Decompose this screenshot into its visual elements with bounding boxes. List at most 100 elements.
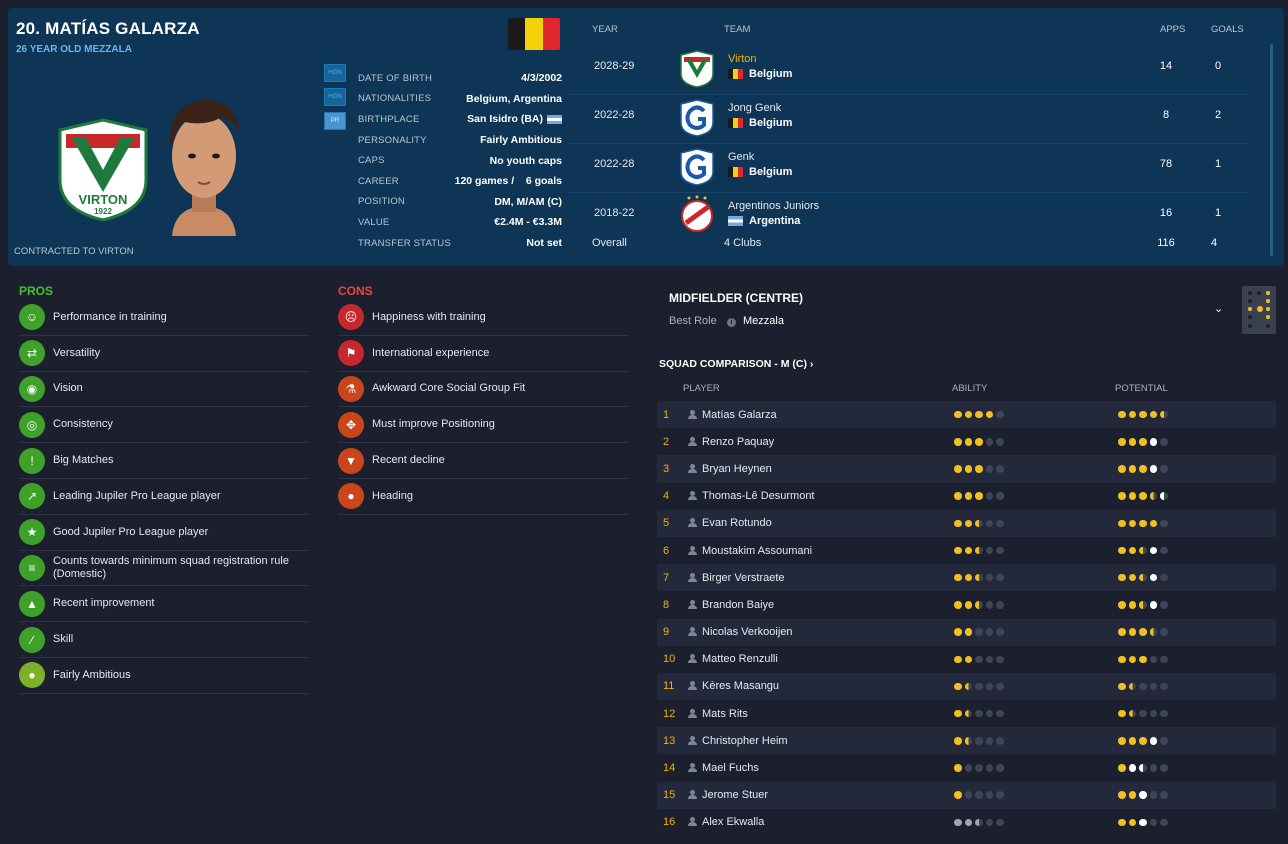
con-item[interactable]: ● Heading xyxy=(338,479,628,515)
nationalities[interactable]: Belgium, Argentina xyxy=(466,93,562,105)
virton-logo-icon[interactable] xyxy=(680,50,714,88)
squad-row[interactable]: 11 Kères Masangu xyxy=(657,672,1276,701)
con-item[interactable]: ☹ Happiness with training xyxy=(338,300,628,336)
squad-row[interactable]: 9 Nicolas Verkooijen xyxy=(657,618,1276,646)
star-icon xyxy=(1118,737,1126,745)
squad-player-name[interactable]: Alex Ekwalla xyxy=(702,816,764,828)
career-header-team[interactable]: TEAM xyxy=(724,24,750,35)
best-role-value[interactable]: Mezzala xyxy=(743,315,784,327)
hgn-badge[interactable]: HGN xyxy=(324,64,346,82)
con-item[interactable]: ▼ Recent decline xyxy=(338,443,628,479)
career-team[interactable]: Virton xyxy=(728,53,757,65)
squad-row[interactable]: 5 Evan Rotundo xyxy=(657,509,1276,537)
squad-row[interactable]: 13 Christopher Heim xyxy=(657,727,1276,755)
detail-label: POSITION xyxy=(358,196,405,208)
squad-player-name[interactable]: Evan Rotundo xyxy=(702,517,772,529)
star-icon xyxy=(985,492,993,500)
squad-row[interactable]: 10 Matteo Renzulli xyxy=(657,646,1276,673)
registration-badges: HGN HGN PR xyxy=(324,64,348,136)
squad-player-name[interactable]: Christopher Heim xyxy=(702,735,788,747)
star-icon xyxy=(985,546,993,555)
detail-label: CAPS xyxy=(358,155,385,167)
person-icon xyxy=(687,572,697,583)
squad-rank: 13 xyxy=(663,734,676,747)
pro-item[interactable]: ▲ Recent improvement xyxy=(19,586,309,623)
squad-row[interactable]: 3 Bryan Heynen xyxy=(657,455,1276,483)
detail-row: CAREER 120 games / 6 goals xyxy=(358,171,562,192)
con-item[interactable]: ✥ Must improve Positioning xyxy=(338,407,628,444)
pro-item[interactable]: ● Fairly Ambitious xyxy=(19,658,309,694)
pro-item[interactable]: ↗ Leading Jupiler Pro League player xyxy=(19,479,309,515)
star-icon xyxy=(1149,682,1157,691)
squad-row[interactable]: 4 Thomas-Lê Desurmont xyxy=(657,483,1276,510)
squad-player-name[interactable]: Matías Galarza xyxy=(702,409,777,421)
squad-header-ability[interactable]: ABILITY xyxy=(952,383,987,394)
squad-row[interactable]: 15 Jerome Stuer xyxy=(657,781,1276,809)
squad-player-name[interactable]: Birger Verstraete xyxy=(702,572,785,584)
genk-logo-icon[interactable] xyxy=(680,148,714,186)
squad-row[interactable]: 8 Brandon Baiye xyxy=(657,591,1276,618)
squad-player-name[interactable]: Nicolas Verkooijen xyxy=(702,626,793,638)
squad-player-name[interactable]: Renzo Paquay xyxy=(702,436,774,448)
squad-comparison-title[interactable]: SQUAD COMPARISON - M (C) › xyxy=(659,358,813,370)
birthplace[interactable]: San Isidro (BA) xyxy=(467,113,543,125)
pro-item[interactable]: ☺ Performance in training xyxy=(19,300,309,336)
squad-header-potential[interactable]: POTENTIAL xyxy=(1115,383,1168,394)
heading-icon: ● xyxy=(338,483,364,510)
star-icon xyxy=(996,573,1004,582)
career-header-year[interactable]: YEAR xyxy=(592,24,618,35)
squad-player-name[interactable]: Jerome Stuer xyxy=(702,789,768,801)
genk-logo-icon[interactable] xyxy=(680,99,714,137)
squad-row[interactable]: 16 Alex Ekwalla xyxy=(657,809,1276,836)
squad-rank: 11 xyxy=(663,680,675,693)
squad-player-name[interactable]: Brandon Baiye xyxy=(702,599,774,611)
star-icon xyxy=(985,682,993,691)
pro-item[interactable]: ∕ Skill xyxy=(19,622,309,658)
career-scrollbar[interactable] xyxy=(1270,44,1273,256)
squad-player-name[interactable]: Bryan Heynen xyxy=(702,463,772,475)
position-pitch-icon[interactable] xyxy=(1242,286,1276,334)
squad-rank: 3 xyxy=(663,462,670,475)
career-header-goals[interactable]: GOALS xyxy=(1211,24,1244,35)
career-row[interactable]: 2022-28 Genk Belgium 78 1 xyxy=(568,144,1248,192)
pro-item[interactable]: ≡ Counts towards minimum squad registrati… xyxy=(19,551,309,587)
squad-row[interactable]: 12 Mats Rits xyxy=(657,700,1276,727)
squad-row[interactable]: 14 Mael Fuchs xyxy=(657,754,1276,781)
pro-item[interactable]: ★ Good Jupiler Pro League player xyxy=(19,515,309,551)
star-icon xyxy=(964,764,972,772)
person-icon xyxy=(687,491,697,501)
squad-row[interactable]: 6 Moustakim Assoumani xyxy=(657,537,1276,564)
pro-item[interactable]: ⇄ Versatility xyxy=(19,336,309,372)
squad-player-name[interactable]: Mats Rits xyxy=(702,708,748,720)
star-icon xyxy=(975,573,983,582)
squad-player-name[interactable]: Matteo Renzulli xyxy=(702,653,778,665)
career-header-apps[interactable]: APPS xyxy=(1160,24,1185,35)
star-icon xyxy=(954,438,962,446)
squad-player-name[interactable]: Moustakim Assoumani xyxy=(702,545,812,557)
squad-player-name[interactable]: Thomas-Lê Desurmont xyxy=(702,490,815,502)
pr-badge[interactable]: PR xyxy=(324,112,346,130)
career-team[interactable]: Genk xyxy=(728,151,754,163)
career-row[interactable]: 2018-22 Argentinos Juniors Argentina 16 … xyxy=(568,193,1248,241)
pro-item[interactable]: ◉ Vision xyxy=(19,372,309,408)
squad-row[interactable]: 7 Birger Verstraete xyxy=(657,564,1276,592)
squad-rank: 5 xyxy=(663,517,670,530)
squad-player-name[interactable]: Kères Masangu xyxy=(702,680,779,692)
virton-crest-icon[interactable]: VIRTON 1922 xyxy=(58,118,148,222)
career-team[interactable]: Jong Genk xyxy=(728,102,781,114)
squad-header-player[interactable]: PLAYER xyxy=(683,383,720,394)
squad-player-name[interactable]: Mael Fuchs xyxy=(702,762,759,774)
career-row[interactable]: 2022-28 Jong Genk Belgium 8 2 xyxy=(568,95,1248,143)
pro-item[interactable]: ! Big Matches xyxy=(19,443,309,479)
argentinos-logo-icon[interactable] xyxy=(680,195,714,233)
chevron-down-icon[interactable]: ⌄ xyxy=(1214,302,1223,315)
career-row[interactable]: 2028-29 Virton Belgium 14 0 xyxy=(568,46,1248,94)
hgn-badge[interactable]: HGN xyxy=(324,88,346,106)
squad-row[interactable]: 1 Matías Galarza xyxy=(657,401,1276,429)
career-team[interactable]: Argentinos Juniors xyxy=(728,200,819,212)
con-item[interactable]: ⚗ Awkward Core Social Group Fit xyxy=(338,372,628,408)
pro-item[interactable]: ◎ Consistency xyxy=(19,407,309,444)
info-icon[interactable]: i xyxy=(727,318,736,327)
squad-row[interactable]: 2 Renzo Paquay xyxy=(657,428,1276,455)
con-item[interactable]: ⚑ International experience xyxy=(338,336,628,372)
